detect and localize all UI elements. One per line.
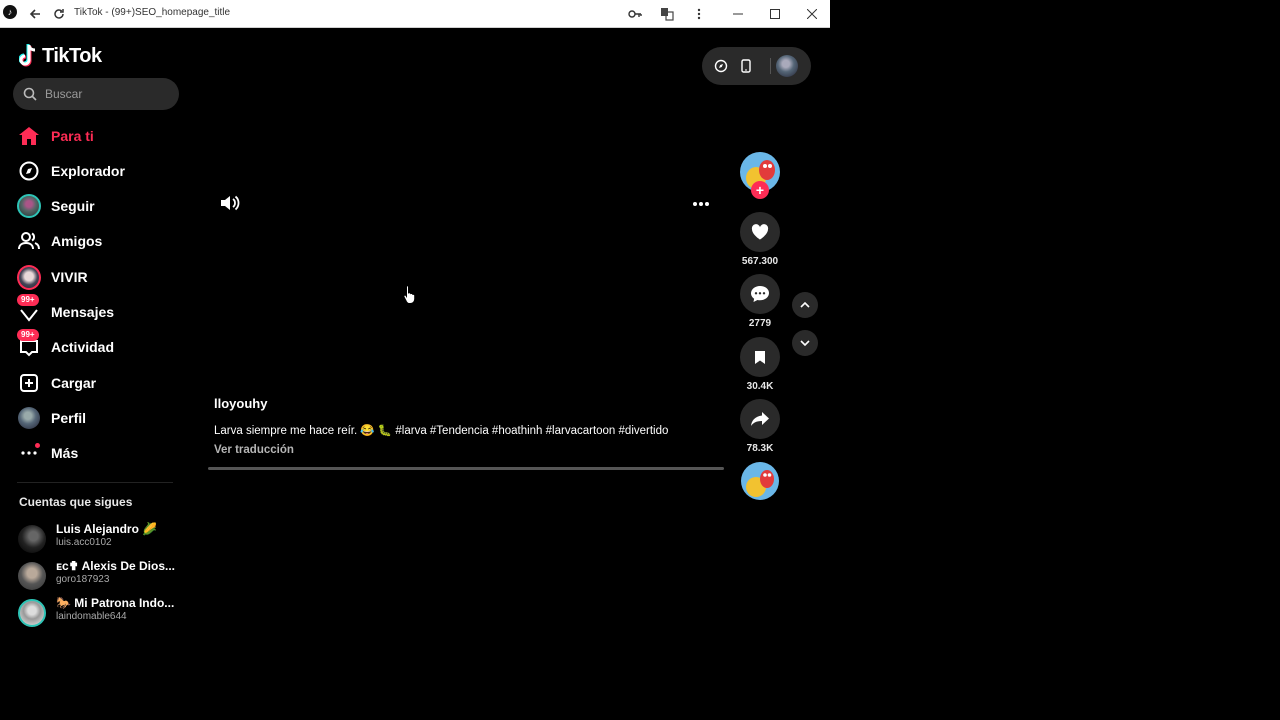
- live-avatar-icon: [17, 264, 41, 290]
- divider: [770, 58, 771, 74]
- account-handle: goro187923: [56, 574, 110, 585]
- share-button[interactable]: [740, 399, 780, 439]
- video-author[interactable]: lloyouhy: [214, 396, 267, 411]
- search-placeholder: Buscar: [45, 87, 83, 101]
- chevron-up-icon: [800, 302, 810, 308]
- account-name: 🐎 Mi Patrona Indo...: [56, 596, 175, 610]
- logo-text: TikTok: [42, 44, 102, 67]
- tiktok-note-icon: [18, 44, 39, 68]
- sidebar-divider: [17, 482, 173, 483]
- see-translation-link[interactable]: Ver traducción: [214, 444, 294, 456]
- compass-icon: [17, 159, 41, 183]
- nav-label: Amigos: [51, 233, 103, 249]
- share-icon: [751, 412, 769, 426]
- volume-icon[interactable]: [219, 193, 241, 213]
- video-caption: Larva siempre me hace reír. 😂 🐛 #larva #…: [214, 425, 669, 437]
- profile-avatar-icon: [17, 406, 41, 430]
- following-section-title: Cuentas que sigues: [19, 495, 133, 509]
- account-name: ᴇᴄ✟ Alexis De Dios...: [56, 559, 175, 573]
- back-arrow-icon[interactable]: [26, 5, 43, 22]
- account-handle: luis.acc0102: [56, 537, 112, 548]
- nav-label: Explorador: [51, 163, 125, 179]
- translate-icon[interactable]: [658, 5, 675, 22]
- nav-more[interactable]: Más: [17, 438, 187, 468]
- chevron-down-icon: [800, 340, 810, 346]
- nav-label: Seguir: [51, 198, 95, 214]
- save-button[interactable]: [740, 337, 780, 377]
- browser-titlebar: ♪ TikTok - (99+)SEO_homepage_title: [0, 0, 830, 28]
- tiktok-logo[interactable]: TikTok: [18, 44, 102, 68]
- nav-for-you[interactable]: Para ti: [17, 121, 187, 151]
- search-input[interactable]: Buscar: [13, 78, 179, 110]
- next-video-button[interactable]: [792, 330, 818, 356]
- bookmark-icon: [755, 350, 765, 364]
- nav-label: Perfil: [51, 410, 87, 426]
- top-right-controls: [702, 47, 811, 85]
- nav-label: Más: [51, 445, 79, 461]
- save-count: 30.4K: [746, 381, 774, 392]
- nav-friends[interactable]: Amigos: [17, 226, 187, 256]
- share-count: 78.3K: [746, 443, 774, 454]
- hand-cursor-icon: [403, 284, 417, 304]
- nav-live[interactable]: VIVIR: [17, 262, 187, 292]
- music-disc-avatar[interactable]: [741, 462, 779, 500]
- search-icon: [23, 87, 37, 101]
- kebab-menu-icon[interactable]: [690, 5, 707, 22]
- comment-count: 2779: [748, 318, 772, 329]
- window-title: TikTok - (99+)SEO_homepage_title: [74, 7, 231, 18]
- avatar: [18, 525, 46, 553]
- nav-upload[interactable]: Cargar: [17, 368, 187, 398]
- more-icon: [17, 441, 41, 465]
- key-icon[interactable]: [626, 5, 643, 22]
- comment-button[interactable]: [740, 274, 780, 314]
- close-icon[interactable]: [803, 5, 820, 22]
- nav-profile[interactable]: Perfil: [17, 403, 187, 433]
- reload-icon[interactable]: [50, 5, 67, 22]
- following-avatar-icon: [17, 194, 41, 218]
- comment-icon: [751, 286, 769, 302]
- nav-following[interactable]: Seguir: [17, 191, 187, 221]
- nav-messages[interactable]: 99+ Mensajes: [17, 294, 187, 327]
- nav-explore[interactable]: Explorador: [17, 156, 187, 186]
- activity-badge: 99+: [17, 329, 39, 341]
- mobile-device-icon[interactable]: [737, 57, 755, 75]
- follow-plus-button[interactable]: +: [751, 181, 769, 199]
- following-account[interactable]: Luis Alejandro 🌽 luis.acc0102: [18, 522, 188, 554]
- video-player[interactable]: lloyouhy Larva siempre me hace reír. 😂 🐛…: [208, 180, 724, 470]
- video-progress-bar[interactable]: [208, 467, 724, 470]
- like-button[interactable]: [740, 212, 780, 252]
- nav-label: Actividad: [51, 339, 115, 355]
- account-handle: laindomable644: [56, 611, 127, 622]
- maximize-icon[interactable]: [766, 5, 783, 22]
- minimize-icon[interactable]: [729, 5, 746, 22]
- previous-video-button[interactable]: [792, 292, 818, 318]
- following-account[interactable]: 🐎 Mi Patrona Indo... laindomable644: [18, 596, 188, 628]
- tiktok-app-icon: ♪: [3, 5, 17, 19]
- more-options-icon[interactable]: [692, 194, 714, 212]
- messages-badge: 99+: [17, 294, 39, 306]
- nav-label: VIVIR: [51, 269, 88, 285]
- like-count: 567.300: [741, 256, 779, 267]
- avatar: [18, 599, 46, 627]
- friends-icon: [17, 229, 41, 253]
- sidebar: TikTok Buscar Para ti Explorador Seguir …: [0, 28, 190, 720]
- nav-activity[interactable]: 99+ Actividad: [17, 329, 187, 362]
- nav-label: Cargar: [51, 375, 97, 391]
- notification-dot: [35, 443, 40, 448]
- account-name: Luis Alejandro 🌽: [56, 522, 158, 536]
- nav-label: Para ti: [51, 128, 94, 144]
- discover-compass-icon[interactable]: [712, 57, 730, 75]
- user-avatar[interactable]: [776, 55, 798, 77]
- heart-icon: [751, 224, 769, 240]
- following-account[interactable]: ᴇᴄ✟ Alexis De Dios... goro187923: [18, 559, 188, 591]
- messages-icon: 99+: [17, 294, 41, 324]
- upload-icon: [17, 371, 41, 395]
- activity-icon: 99+: [17, 329, 41, 359]
- home-icon: [17, 124, 41, 148]
- avatar: [18, 562, 46, 590]
- nav-label: Mensajes: [51, 304, 115, 320]
